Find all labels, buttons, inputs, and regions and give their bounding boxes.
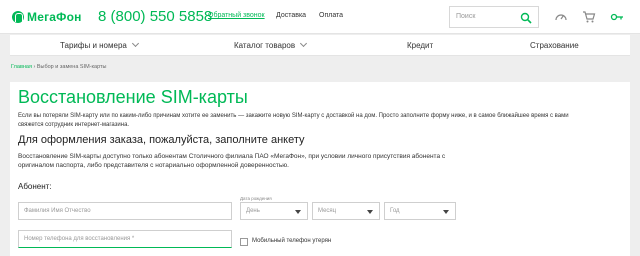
- logo[interactable]: МегаФон: [12, 9, 82, 25]
- search-input[interactable]: Поиск: [449, 6, 539, 28]
- form-subtitle: Для оформления заказа, пожалуйста, запол…: [18, 134, 305, 146]
- payment-link[interactable]: Оплата: [319, 12, 343, 19]
- hotline-phone[interactable]: 8 (800) 550 5858: [98, 8, 212, 25]
- search-icon[interactable]: [520, 12, 532, 24]
- full-name-placeholder: Фамилия Имя Отчество: [24, 208, 91, 214]
- menu-item-tariffs[interactable]: Тарифы и номера: [60, 39, 139, 50]
- menu-item-catalog[interactable]: Каталог товаров: [234, 39, 308, 50]
- key-icon[interactable]: [610, 10, 624, 24]
- menu-item-label: Каталог товаров: [234, 41, 296, 50]
- top-bar: МегаФон 8 (800) 550 5858 Обратный звонок…: [0, 0, 640, 34]
- menu-item-label: Страхование: [530, 41, 579, 50]
- birth-year-value: Год: [390, 208, 400, 214]
- menu-item-label: Кредит: [407, 41, 434, 50]
- subscriber-section-label: Абонент:: [18, 182, 52, 191]
- logo-text: МегаФон: [27, 10, 82, 24]
- phone-lost-label[interactable]: Мобильный телефон утерян: [252, 238, 331, 244]
- caret-down-icon: [443, 210, 449, 214]
- phone-lost-checkbox[interactable]: [240, 238, 248, 246]
- birth-year-select[interactable]: Год: [384, 202, 456, 220]
- birth-month-value: Месяц: [318, 208, 337, 214]
- breadcrumb: Главная › Выбор и замена SIM-карты: [11, 64, 107, 70]
- page-title: Восстановление SIM-карты: [18, 87, 248, 107]
- breadcrumb-current: Выбор и замена SIM-карты: [36, 64, 107, 70]
- caret-down-icon: [367, 210, 373, 214]
- speedometer-icon[interactable]: [554, 10, 568, 24]
- menu-item-insurance[interactable]: Страхование: [530, 41, 579, 50]
- megafon-logo-icon: [12, 11, 24, 23]
- callback-link[interactable]: Обратный звонок: [208, 12, 265, 19]
- full-name-field[interactable]: Фамилия Имя Отчество: [18, 202, 232, 220]
- menu-item-label: Тарифы и номера: [60, 41, 127, 50]
- caret-down-icon: [295, 210, 301, 214]
- search-placeholder: Поиск: [456, 13, 476, 20]
- cart-icon[interactable]: [582, 10, 596, 24]
- chevron-down-icon: [300, 39, 308, 48]
- delivery-link[interactable]: Доставка: [276, 12, 306, 19]
- birth-date-label: Дата рождения: [240, 196, 272, 201]
- menu-item-credit[interactable]: Кредит: [407, 41, 433, 50]
- content-panel: Восстановление SIM-карты Если вы потерял…: [10, 82, 630, 256]
- restore-phone-field[interactable]: Номер телефона для восстановления *: [18, 230, 232, 248]
- breadcrumb-separator: ›: [33, 64, 36, 70]
- birth-day-select[interactable]: День: [240, 202, 308, 220]
- birth-day-value: День: [246, 208, 260, 214]
- chevron-down-icon: [131, 39, 139, 48]
- intro-text: Если вы потеряли SIM-карту или по каким-…: [18, 113, 569, 128]
- birth-month-select[interactable]: Месяц: [312, 202, 380, 220]
- main-menu: Тарифы и номера Каталог товаров Кредит С…: [10, 34, 630, 56]
- breadcrumb-home[interactable]: Главная: [11, 64, 32, 70]
- restore-phone-placeholder: Номер телефона для восстановления *: [24, 236, 135, 242]
- eligibility-text: Восстановление SIM-карты доступно только…: [18, 153, 446, 169]
